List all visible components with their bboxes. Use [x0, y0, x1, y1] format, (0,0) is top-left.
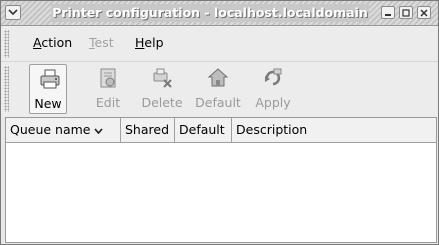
printer-config-window: Printer configuration - localhost.locald… [0, 0, 439, 245]
column-header-description[interactable]: Description [232, 118, 436, 142]
menu-bar: Action Test Help [1, 26, 438, 61]
menu-test[interactable]: Test [89, 35, 114, 51]
apply-button[interactable]: Apply [253, 64, 293, 114]
new-button[interactable]: New [29, 64, 67, 114]
printer-queue-table[interactable]: Queue name Shared Default Description [5, 117, 437, 243]
menu-help-label: elp [144, 35, 164, 50]
edit-icon [100, 68, 116, 88]
new-label: New [34, 96, 62, 111]
column-header-default[interactable]: Default [175, 118, 232, 142]
table-header: Queue name Shared Default Description [6, 118, 436, 143]
minimize-button[interactable] [381, 6, 395, 19]
maximize-button[interactable] [399, 6, 413, 19]
column-header-queue-name[interactable]: Queue name [6, 118, 121, 142]
window-menu-button[interactable] [5, 5, 21, 20]
sort-arrow-icon [93, 127, 103, 134]
window-title: Printer configuration - localhost.locald… [51, 4, 369, 22]
toolbar: New Edit Delete Default Apply [1, 61, 438, 117]
home-icon [207, 68, 229, 87]
column-queue-name-label: Queue name [10, 122, 91, 137]
column-header-shared[interactable]: Shared [121, 118, 175, 142]
minimize-icon [385, 14, 391, 16]
apply-icon [265, 68, 282, 86]
printer-new-icon [40, 69, 60, 89]
menu-help-mnemonic: H [135, 35, 145, 50]
menu-test-label: est [94, 35, 114, 50]
close-icon [420, 9, 428, 17]
delete-button[interactable]: Delete [139, 64, 185, 114]
column-default-label: Default [179, 122, 225, 137]
maximize-icon [402, 9, 410, 17]
delete-label: Delete [141, 95, 183, 110]
edit-label: Edit [95, 95, 121, 110]
default-label: Default [195, 95, 241, 110]
delete-icon [153, 68, 172, 88]
default-button[interactable]: Default [193, 64, 243, 114]
edit-button[interactable]: Edit [91, 64, 125, 114]
column-shared-label: Shared [125, 122, 170, 137]
close-button[interactable] [417, 6, 431, 19]
menu-action-label: ction [41, 35, 73, 50]
apply-label: Apply [255, 95, 291, 110]
chevron-down-icon [8, 9, 18, 16]
title-bar[interactable]: Printer configuration - localhost.locald… [1, 1, 438, 26]
menu-action[interactable]: Action [33, 35, 72, 51]
column-description-label: Description [236, 122, 308, 137]
toolbar-grip[interactable] [4, 66, 9, 112]
menu-help[interactable]: Help [135, 35, 164, 51]
menubar-grip[interactable] [4, 30, 9, 58]
